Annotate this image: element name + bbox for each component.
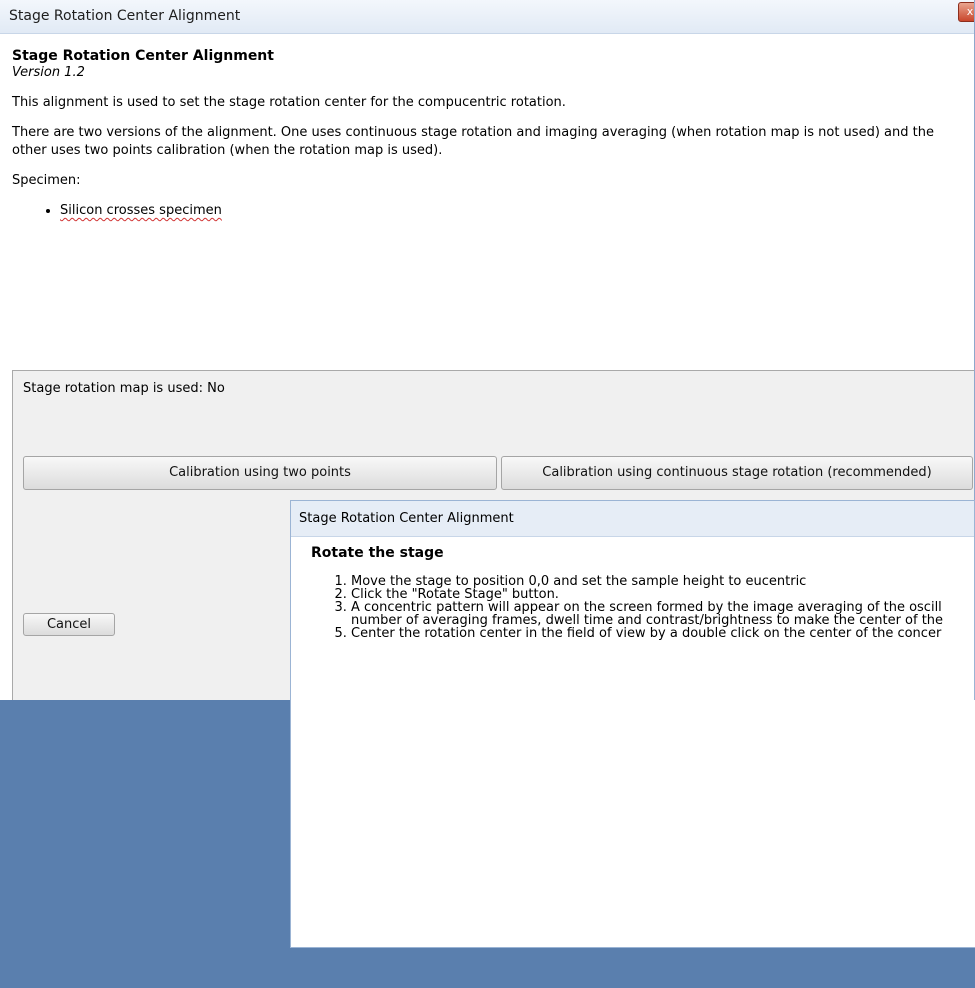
map-status-text: Stage rotation map is used: No — [23, 381, 225, 396]
info-purpose: This alignment is used to set the stage … — [12, 95, 566, 110]
close-button[interactable]: x — [958, 2, 974, 22]
popup-body: Rotate the stage Move the stage to posit… — [311, 545, 974, 640]
popup-title-bar[interactable]: Stage Rotation Center Alignment — [291, 501, 974, 537]
title-bar[interactable]: Stage Rotation Center Alignment x — [0, 0, 974, 34]
close-icon: x — [966, 5, 974, 18]
rotate-stage-secondary-visible: Stage Rotation Center Alignment Rotate t… — [290, 500, 975, 700]
specimen-label: Specimen: — [12, 173, 81, 188]
popup-title: Stage Rotation Center Alignment — [299, 511, 514, 526]
popup-steps: Move the stage to position 0,0 and set t… — [311, 575, 974, 640]
info-version: Version 1.2 — [12, 65, 85, 80]
window-title: Stage Rotation Center Alignment — [9, 8, 241, 24]
alignment-info: Stage Rotation Center Alignment Version … — [12, 48, 962, 220]
popup-wrapper — [291, 688, 975, 988]
specimen-item-label: Silicon crosses specimen — [60, 203, 222, 218]
specimen-list: Silicon crosses specimen — [12, 202, 962, 220]
info-heading: Stage Rotation Center Alignment — [12, 48, 274, 64]
two-points-calibration-button[interactable]: Calibration using two points — [23, 456, 497, 490]
info-versions: There are two versions of the alignment.… — [12, 125, 934, 158]
popup-heading: Rotate the stage — [311, 545, 444, 561]
specimen-item: Silicon crosses specimen — [60, 202, 962, 220]
popup-step: Center the rotation center in the field … — [351, 627, 974, 640]
cancel-button[interactable]: Cancel — [23, 613, 115, 636]
continuous-rotation-calibration-button[interactable]: Calibration using continuous stage rotat… — [501, 456, 973, 490]
